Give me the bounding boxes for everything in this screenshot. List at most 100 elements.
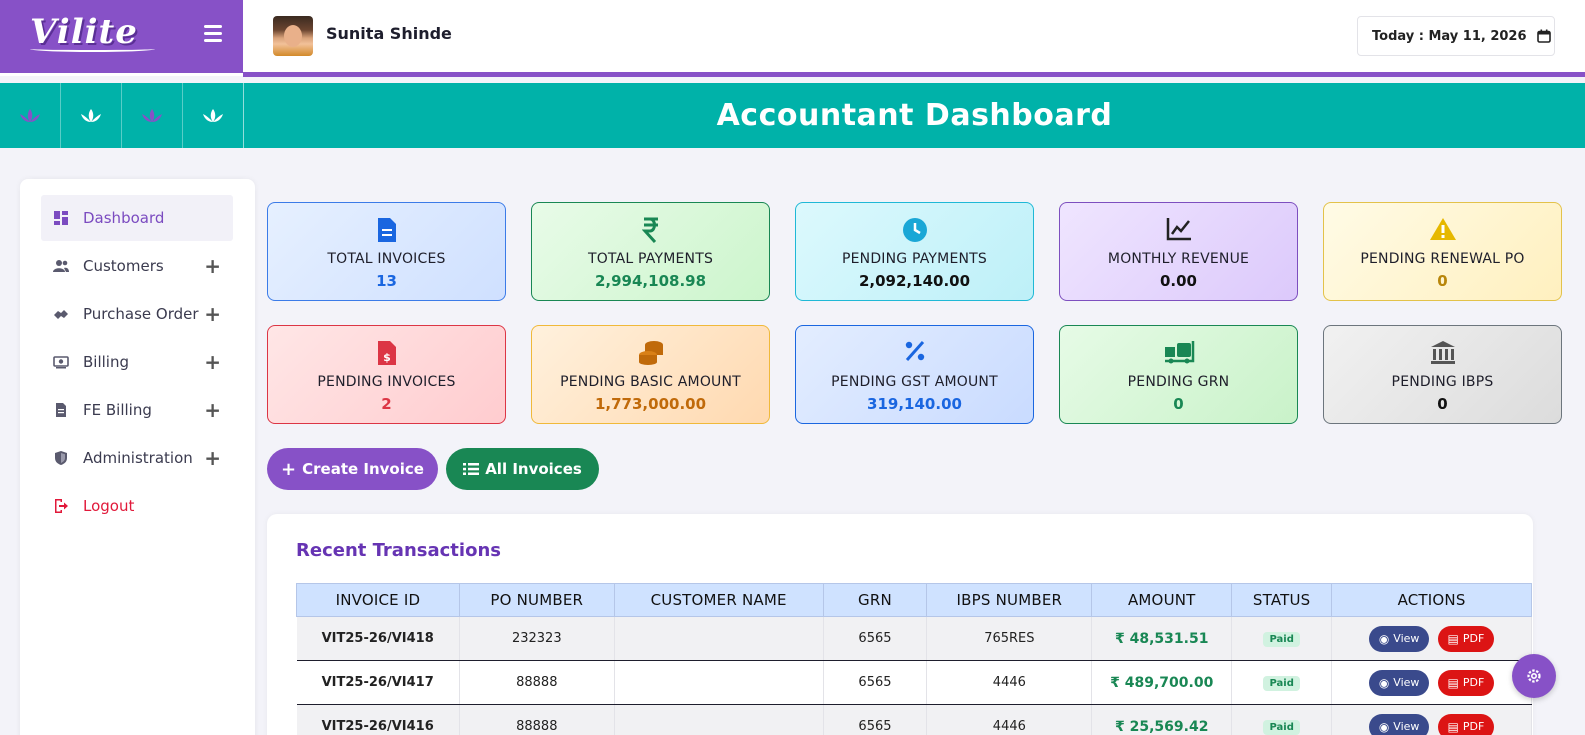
settings-gear-button[interactable] (1512, 654, 1556, 698)
header-divider (243, 72, 1585, 77)
stat-card-monthly-revenue[interactable]: MONTHLY REVENUE 0.00 (1059, 202, 1298, 301)
plus-icon: + (281, 458, 297, 480)
stat-label: PENDING BASIC AMOUNT (560, 374, 741, 390)
customer-name-cell (614, 616, 824, 661)
invoice-icon (377, 218, 396, 242)
status-badge: Paid (1263, 675, 1300, 691)
customer-name-cell (614, 704, 824, 735)
status-badge: Paid (1263, 631, 1300, 647)
view-button[interactable]: ◉ View (1368, 625, 1430, 652)
column-header[interactable]: GRN (822, 583, 928, 617)
calendar-icon (1536, 29, 1551, 43)
status-cell: Paid (1231, 704, 1333, 735)
today-date-box: Today : May 11, 2026 (1357, 16, 1555, 56)
expand-plus-icon[interactable]: + (204, 304, 221, 324)
column-header[interactable]: CUSTOMER NAME (613, 583, 824, 617)
gear-icon (1527, 669, 1541, 683)
actions-cell: ◉ View ▤ PDF (1331, 704, 1532, 735)
stat-card-pending-payments[interactable]: PENDING PAYMENTS 2,092,140.00 (795, 202, 1034, 301)
lotus-icon (122, 83, 183, 148)
view-button[interactable]: ◉ View (1368, 713, 1430, 735)
stat-card-pending-gst-amount[interactable]: PENDING GST AMOUNT 319,140.00 (795, 325, 1034, 424)
stat-value: 319,140.00 (867, 395, 962, 413)
actions-cell: ◉ View ▤ PDF (1331, 616, 1532, 661)
page-title: Accountant Dashboard (243, 83, 1585, 148)
shield-icon (55, 451, 67, 465)
column-header[interactable]: PO NUMBER (458, 583, 615, 617)
ibps-number-cell: 4446 (926, 660, 1093, 705)
percent-icon (905, 341, 924, 361)
actions-cell: ◉ View ▤ PDF (1331, 660, 1532, 705)
amount-cell: ₹ 48,531.51 (1091, 616, 1233, 661)
logo-swoosh (30, 46, 155, 52)
user-name[interactable]: Sunita Shinde (326, 24, 452, 43)
avatar[interactable] (273, 16, 313, 56)
sidebar-item-fe-billing[interactable]: FE Billing + (41, 387, 233, 433)
status-cell: Paid (1231, 616, 1333, 661)
sidebar-item-customers[interactable]: Customers + (41, 243, 233, 289)
invoice-id-cell: VIT25-26/VI416 (296, 704, 460, 735)
logo-area: Vilite (0, 0, 243, 73)
hamburger-menu-icon[interactable] (204, 25, 222, 47)
expand-plus-icon[interactable]: + (204, 352, 221, 372)
sidebar-item-label: Dashboard (83, 209, 165, 227)
transactions-table: INVOICE ID PO NUMBER CUSTOMER NAME GRN I… (296, 583, 1532, 735)
po-number-cell: 232323 (459, 616, 615, 661)
users-icon (53, 260, 69, 272)
column-header[interactable]: AMOUNT (1091, 583, 1233, 617)
view-button[interactable]: ◉ View (1368, 669, 1430, 696)
amount-cell: ₹ 25,569.42 (1091, 704, 1233, 735)
sidebar-item-administration[interactable]: Administration + (41, 435, 233, 481)
pdf-button[interactable]: ▤ PDF (1437, 669, 1495, 696)
pdf-label: PDF (1462, 676, 1485, 689)
sidebar-item-billing[interactable]: Billing + (41, 339, 233, 385)
stat-card-pending-ibps[interactable]: PENDING IBPS 0 (1323, 325, 1562, 424)
stat-value: 0 (1173, 395, 1184, 413)
expand-plus-icon[interactable]: + (204, 400, 221, 420)
sidebar-item-logout[interactable]: Logout (41, 483, 233, 529)
lotus-icon (0, 83, 61, 148)
stat-card-total-payments[interactable]: TOTAL PAYMENTS 2,994,108.98 (531, 202, 770, 301)
sidebar-item-purchase-order[interactable]: Purchase Order + (41, 291, 233, 337)
dashboard-icon (54, 211, 68, 225)
pdf-button[interactable]: ▤ PDF (1437, 713, 1495, 735)
sidebar-item-label: Billing (83, 353, 129, 371)
stat-label: PENDING GST AMOUNT (831, 374, 998, 390)
stat-value: 0 (1437, 272, 1448, 290)
money-icon (53, 356, 69, 369)
warning-icon (1429, 218, 1456, 240)
all-invoices-button[interactable]: All Invoices (446, 448, 599, 490)
stat-card-pending-basic-amount[interactable]: PENDING BASIC AMOUNT 1,773,000.00 (531, 325, 770, 424)
pdf-button[interactable]: ▤ PDF (1437, 625, 1495, 652)
grn-cell: 6565 (823, 616, 928, 661)
create-invoice-button[interactable]: + Create Invoice (267, 448, 438, 490)
po-number-cell: 88888 (459, 660, 615, 705)
section-title: Recent Transactions (296, 540, 501, 561)
stat-card-total-invoices[interactable]: TOTAL INVOICES 13 (267, 202, 506, 301)
expand-plus-icon[interactable]: + (204, 448, 221, 468)
stat-card-pending-invoices[interactable]: $ PENDING INVOICES 2 (267, 325, 506, 424)
grn-cell: 6565 (823, 660, 928, 705)
stat-label: PENDING PAYMENTS (841, 251, 988, 267)
stat-card-pending-grn[interactable]: PENDING GRN 0 (1059, 325, 1298, 424)
status-cell: Paid (1231, 660, 1333, 705)
stat-label: TOTAL INVOICES (327, 251, 446, 267)
status-badge: Paid (1263, 719, 1300, 735)
column-header[interactable]: IBPS NUMBER (926, 583, 1093, 617)
line-chart-icon (1166, 218, 1191, 241)
expand-plus-icon[interactable]: + (204, 256, 221, 276)
column-header[interactable]: ACTIONS (1331, 583, 1532, 617)
stat-card-pending-renewal-po[interactable]: PENDING RENEWAL PO 0 (1323, 202, 1562, 301)
sidebar-item-dashboard[interactable]: Dashboard (41, 195, 233, 241)
table-row: VIT25-26/VI416 88888 6565 4446 ₹ 25,569.… (296, 704, 1532, 735)
rupee-icon (641, 217, 658, 243)
stat-label: PENDING GRN (1127, 374, 1230, 390)
grn-cell: 6565 (823, 704, 928, 735)
column-header[interactable]: INVOICE ID (296, 583, 460, 617)
lotus-icon (183, 83, 244, 148)
amount-cell: ₹ 489,700.00 (1091, 660, 1233, 705)
stat-value: 2 (381, 395, 392, 413)
logout-icon (55, 499, 68, 513)
pdf-label: PDF (1462, 720, 1485, 733)
column-header[interactable]: STATUS (1231, 583, 1333, 617)
